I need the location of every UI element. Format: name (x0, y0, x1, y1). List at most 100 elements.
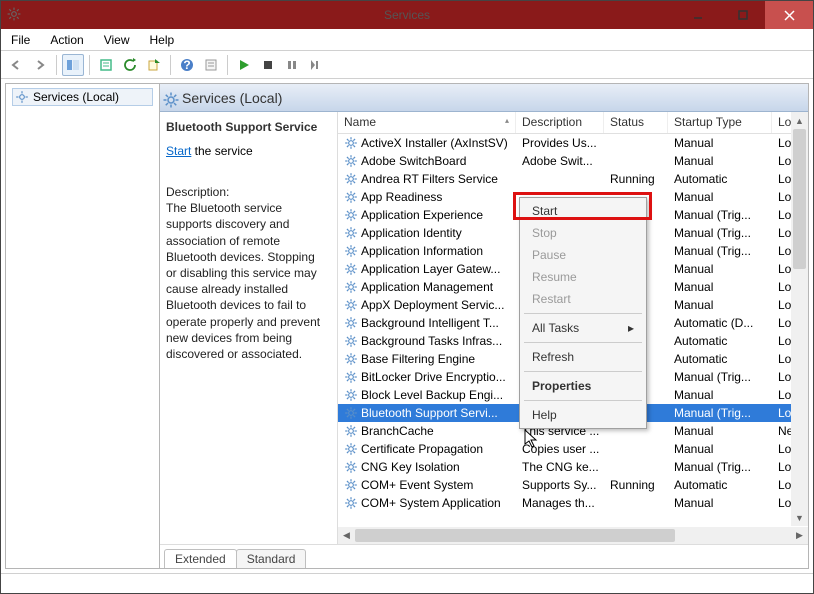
start-service-icon[interactable] (233, 54, 255, 76)
service-status (604, 160, 668, 162)
separator (56, 55, 57, 75)
scroll-track[interactable] (791, 129, 808, 509)
tree-services-local[interactable]: Services (Local) (12, 88, 153, 106)
service-name: Background Intelligent T... (361, 316, 499, 330)
tab-standard[interactable]: Standard (236, 549, 307, 568)
service-name: AppX Deployment Servic... (361, 298, 504, 312)
gear-icon (162, 91, 176, 105)
properties-icon[interactable] (200, 54, 222, 76)
ctx-help[interactable]: Help (522, 404, 644, 426)
gear-icon (344, 406, 358, 420)
refresh-icon[interactable] (119, 54, 141, 76)
ctx-restart: Restart (522, 288, 644, 310)
separator (89, 55, 90, 75)
forward-icon[interactable] (29, 54, 51, 76)
scroll-right-icon[interactable]: ▶ (791, 527, 808, 544)
separator (524, 342, 642, 343)
svg-text:?: ? (183, 58, 190, 72)
window-buttons (675, 1, 813, 29)
service-desc: Supports Sy... (516, 477, 604, 493)
service-row[interactable]: Adobe SwitchBoardAdobe Swit...ManualLoc (338, 152, 808, 170)
body: Services (Local) Services (Local) Blueto… (1, 79, 813, 573)
gear-icon (344, 316, 358, 330)
service-row[interactable]: CNG Key IsolationThe CNG ke...Manual (Tr… (338, 458, 808, 476)
statusbar (1, 573, 813, 593)
service-name: BranchCache (361, 424, 434, 438)
scroll-left-icon[interactable]: ◀ (338, 527, 355, 544)
scroll-down-icon[interactable]: ▼ (791, 509, 808, 526)
ctx-start[interactable]: Start (522, 200, 644, 222)
service-type: Automatic (668, 351, 772, 367)
service-name: Certificate Propagation (361, 442, 483, 456)
pause-service-icon[interactable] (281, 54, 303, 76)
service-status: Running (604, 171, 668, 187)
ctx-refresh[interactable]: Refresh (522, 346, 644, 368)
service-desc: Manages th... (516, 495, 604, 511)
col-description[interactable]: Description (516, 112, 604, 133)
service-desc: Copies user ... (516, 441, 604, 457)
gear-icon (344, 478, 358, 492)
service-type: Manual (668, 297, 772, 313)
start-link[interactable]: Start (166, 144, 191, 158)
separator (524, 400, 642, 401)
view-tabs: Extended Standard (160, 544, 808, 568)
window-chrome: File Action View Help ? (1, 29, 813, 593)
menu-help[interactable]: Help (140, 30, 185, 50)
gear-icon (344, 208, 358, 222)
service-desc (516, 178, 604, 180)
close-button[interactable] (765, 1, 813, 29)
service-type: Manual (668, 423, 772, 439)
start-suffix: the service (191, 144, 252, 158)
col-name[interactable]: Name (338, 112, 516, 133)
scroll-thumb[interactable] (793, 129, 806, 269)
service-desc: Provides Us... (516, 135, 604, 151)
gear-icon (344, 244, 358, 258)
separator (170, 55, 171, 75)
back-icon[interactable] (5, 54, 27, 76)
service-name: Adobe SwitchBoard (361, 154, 466, 168)
gear-icon (344, 172, 358, 186)
detail-pane: Bluetooth Support Service Start the serv… (160, 112, 338, 544)
scroll-thumb[interactable] (355, 529, 675, 542)
menu-action[interactable]: Action (40, 30, 93, 50)
export-icon[interactable] (143, 54, 165, 76)
gear-icon (344, 496, 358, 510)
show-hide-tree-icon[interactable] (62, 54, 84, 76)
scroll-track[interactable] (355, 527, 791, 544)
service-status: Running (604, 477, 668, 493)
horizontal-scrollbar[interactable]: ◀ ▶ (338, 527, 808, 544)
service-row[interactable]: COM+ System ApplicationManages th...Manu… (338, 494, 808, 512)
col-status[interactable]: Status (604, 112, 668, 133)
gear-icon (344, 334, 358, 348)
service-desc: The CNG ke... (516, 459, 604, 475)
vertical-scrollbar[interactable]: ▲ ▼ (791, 112, 808, 526)
service-row[interactable]: ActiveX Installer (AxInstSV)Provides Us.… (338, 134, 808, 152)
titlebar[interactable]: Services (1, 1, 813, 29)
console-tree[interactable]: Services (Local) (5, 83, 160, 569)
menu-file[interactable]: File (1, 30, 40, 50)
separator (524, 371, 642, 372)
tab-extended[interactable]: Extended (164, 549, 237, 568)
service-type: Manual (Trig... (668, 243, 772, 259)
ctx-properties[interactable]: Properties (522, 375, 644, 397)
service-name: Base Filtering Engine (361, 352, 475, 366)
maximize-button[interactable] (720, 1, 765, 29)
help-icon[interactable]: ? (176, 54, 198, 76)
service-row[interactable]: COM+ Event SystemSupports Sy...RunningAu… (338, 476, 808, 494)
scroll-up-icon[interactable]: ▲ (791, 112, 808, 129)
result-pane: Services (Local) Bluetooth Support Servi… (159, 83, 809, 569)
ctx-all-tasks[interactable]: All Tasks▸ (522, 317, 644, 339)
service-type: Automatic (668, 477, 772, 493)
column-headers[interactable]: Name Description Status Startup Type Log (338, 112, 808, 134)
minimize-button[interactable] (675, 1, 720, 29)
export-list-icon[interactable] (95, 54, 117, 76)
menu-view[interactable]: View (94, 30, 140, 50)
stop-service-icon[interactable] (257, 54, 279, 76)
service-row[interactable]: Certificate PropagationCopies user ...Ma… (338, 440, 808, 458)
service-status (604, 448, 668, 450)
gear-icon (344, 424, 358, 438)
service-row[interactable]: Andrea RT Filters ServiceRunningAutomati… (338, 170, 808, 188)
restart-service-icon[interactable] (305, 54, 327, 76)
ctx-resume: Resume (522, 266, 644, 288)
col-startup-type[interactable]: Startup Type (668, 112, 772, 133)
